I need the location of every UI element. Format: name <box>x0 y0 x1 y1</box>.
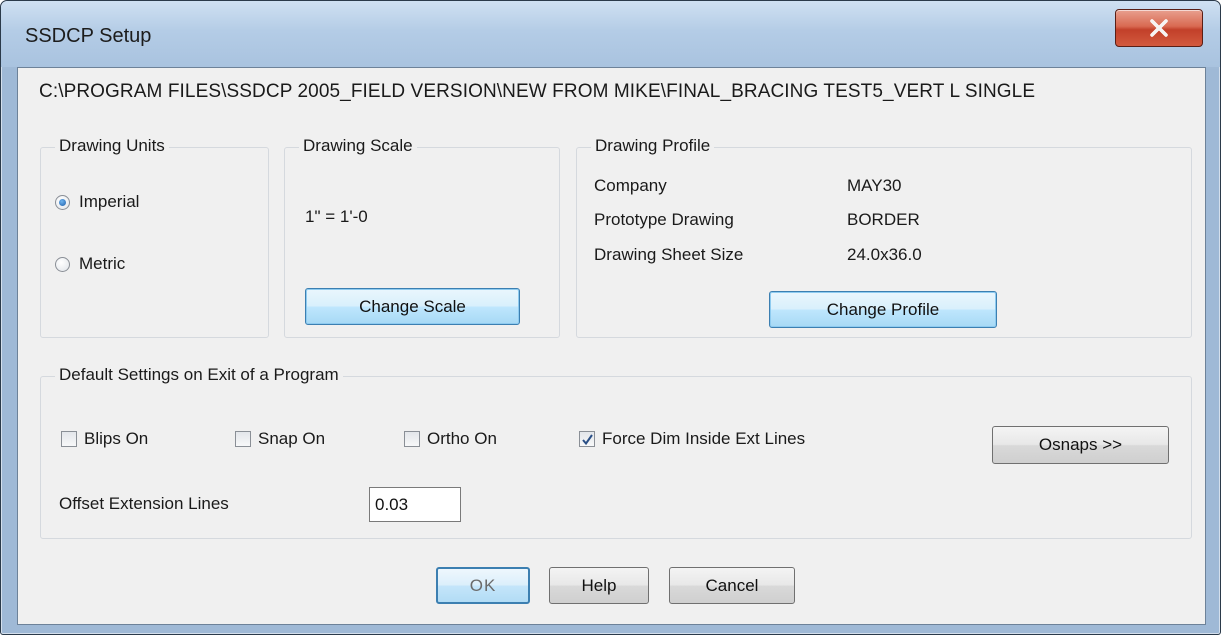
osnaps-button[interactable]: Osnaps >> <box>992 426 1169 464</box>
dialog-client-area: C:\PROGRAM FILES\SSDCP 2005_FIELD VERSIO… <box>17 67 1206 625</box>
imperial-label: Imperial <box>79 192 140 211</box>
radio-indicator-checked[interactable] <box>55 194 70 210</box>
blips-on-label: Blips On <box>84 429 149 448</box>
force-dim-label: Force Dim Inside Ext Lines <box>602 429 806 448</box>
title-bar[interactable]: SSDCP Setup <box>1 1 1220 67</box>
checkbox-box-checked[interactable] <box>579 431 595 447</box>
drawing-scale-label: Drawing Scale <box>299 136 417 156</box>
sheet-size-value: 24.0x36.0 <box>847 245 922 264</box>
window-title: SSDCP Setup <box>25 25 152 47</box>
metric-label: Metric <box>79 254 126 273</box>
close-icon <box>1148 19 1170 37</box>
prototype-drawing-value: BORDER <box>847 210 920 229</box>
help-button[interactable]: Help <box>549 567 649 604</box>
change-scale-button[interactable]: Change Scale <box>305 288 520 325</box>
offset-extension-lines-label: Offset Extension Lines <box>59 494 229 513</box>
checkbox-box[interactable] <box>404 431 420 447</box>
close-button[interactable] <box>1115 9 1203 47</box>
default-settings-label: Default Settings on Exit of a Program <box>55 365 343 385</box>
force-dim-checkbox[interactable]: Force Dim Inside Ext Lines <box>579 429 805 449</box>
sheet-size-label: Drawing Sheet Size <box>594 245 744 264</box>
drawing-profile-label: Drawing Profile <box>591 136 715 156</box>
checkbox-box[interactable] <box>61 431 77 447</box>
radio-indicator[interactable] <box>55 256 70 272</box>
ortho-on-checkbox[interactable]: Ortho On <box>404 429 497 449</box>
checkbox-box[interactable] <box>235 431 251 447</box>
offset-extension-lines-input[interactable] <box>369 487 461 522</box>
ok-label: OK <box>469 575 497 595</box>
metric-radio[interactable]: Metric <box>55 254 125 274</box>
prototype-drawing-label: Prototype Drawing <box>594 210 734 229</box>
drawing-scale-value: 1" = 1'-0 <box>305 207 368 226</box>
company-label: Company <box>594 176 667 195</box>
dialog-window: SSDCP Setup C:\PROGRAM FILES\SSDCP 2005_… <box>0 0 1221 635</box>
default-settings-group: Default Settings on Exit of a Program Bl… <box>40 365 1192 539</box>
drawing-units-group: Drawing Units Imperial Metric <box>40 136 269 338</box>
blips-on-checkbox[interactable]: Blips On <box>61 429 148 449</box>
checkmark-icon <box>582 434 593 446</box>
drawing-scale-group: Drawing Scale 1" = 1'-0 Change Scale <box>284 136 560 338</box>
cancel-button[interactable]: Cancel <box>669 567 795 604</box>
snap-on-checkbox[interactable]: Snap On <box>235 429 325 449</box>
change-profile-button[interactable]: Change Profile <box>769 291 997 328</box>
imperial-radio[interactable]: Imperial <box>55 192 139 212</box>
drawing-path: C:\PROGRAM FILES\SSDCP 2005_FIELD VERSIO… <box>39 81 1036 102</box>
snap-on-label: Snap On <box>258 429 326 448</box>
ortho-on-label: Ortho On <box>427 429 497 448</box>
drawing-units-label: Drawing Units <box>55 136 169 156</box>
ok-button[interactable]: OK <box>436 567 530 604</box>
company-value: MAY30 <box>847 176 902 195</box>
drawing-profile-group: Drawing Profile Company MAY30 Prototype … <box>576 136 1192 338</box>
